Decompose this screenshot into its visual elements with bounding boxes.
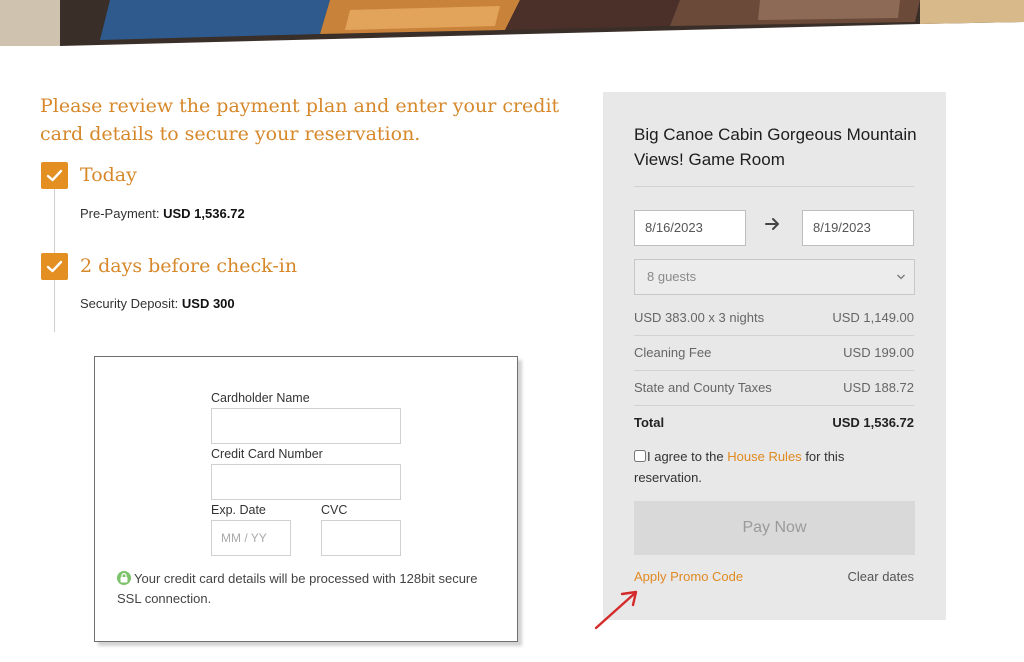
- exp-date-input[interactable]: [211, 520, 291, 556]
- payment-plan-intro: Please review the payment plan and enter…: [40, 95, 560, 145]
- check-in-date-input[interactable]: 8/16/2023: [634, 210, 746, 246]
- cardholder-name-input[interactable]: [211, 408, 401, 444]
- check-icon: [41, 253, 68, 280]
- price-amount: USD 1,149.00: [832, 310, 914, 325]
- house-rules-link[interactable]: House Rules: [727, 449, 801, 464]
- check-out-date-input[interactable]: 8/19/2023: [802, 210, 914, 246]
- deposit-value: USD 300: [181, 296, 235, 311]
- price-label: USD 383.00 x 3 nights: [634, 310, 765, 325]
- cvc-label: CVC: [321, 503, 348, 517]
- total-label: Total: [634, 415, 665, 430]
- ssl-note: Your credit card details will be process…: [117, 569, 497, 609]
- check-icon: [41, 162, 68, 189]
- house-rules-agreement: I agree to the House Rules for this rese…: [634, 446, 884, 488]
- step-detail-prepayment: Pre-Payment: USD 1,536.72: [80, 206, 245, 222]
- price-row-nights: USD 383.00 x 3 nights USD 1,149.00: [634, 300, 914, 335]
- credit-card-form: Cardholder Name Credit Card Number Exp. …: [94, 356, 518, 642]
- price-label: Cleaning Fee: [634, 345, 712, 360]
- prepayment-value: USD 1,536.72: [163, 206, 245, 221]
- deposit-label: Security Deposit:: [80, 296, 179, 311]
- clear-dates-link[interactable]: Clear dates: [848, 569, 914, 584]
- step-title-before-checkin: 2 days before check-in: [80, 255, 298, 277]
- pay-now-button[interactable]: Pay Now: [634, 501, 915, 555]
- price-amount: USD 188.72: [843, 380, 914, 395]
- step-detail-deposit: Security Deposit: USD 300: [80, 296, 235, 312]
- agree-checkbox[interactable]: [634, 450, 646, 462]
- prepayment-label: Pre-Payment:: [80, 206, 160, 221]
- divider: [634, 186, 914, 187]
- total-amount: USD 1,536.72: [832, 415, 914, 430]
- chevron-down-icon: [897, 274, 905, 280]
- booking-summary-panel: Big Canoe Cabin Gorgeous Mountain Views!…: [603, 92, 946, 620]
- step-title-today: Today: [80, 164, 137, 186]
- price-row-total: Total USD 1,536.72: [634, 405, 914, 440]
- card-number-input[interactable]: [211, 464, 401, 500]
- guests-select[interactable]: 8 guests: [634, 259, 915, 295]
- price-amount: USD 199.00: [843, 345, 914, 360]
- lock-icon: [117, 571, 131, 585]
- cardholder-label: Cardholder Name: [211, 391, 310, 405]
- card-number-label: Credit Card Number: [211, 447, 323, 461]
- property-title: Big Canoe Cabin Gorgeous Mountain Views!…: [634, 125, 917, 169]
- price-label: State and County Taxes: [634, 380, 772, 395]
- apply-promo-code-link[interactable]: Apply Promo Code: [634, 569, 743, 584]
- cvc-input[interactable]: [321, 520, 401, 556]
- annotation-arrow-icon: [594, 590, 638, 630]
- hero-banner-image: [0, 0, 1024, 48]
- price-row-taxes: State and County Taxes USD 188.72: [634, 370, 914, 405]
- exp-date-label: Exp. Date: [211, 503, 266, 517]
- price-row-cleaning: Cleaning Fee USD 199.00: [634, 335, 914, 370]
- ssl-note-text: Your credit card details will be process…: [117, 571, 478, 606]
- arrow-right-icon: [765, 218, 779, 230]
- guests-value: 8 guests: [647, 269, 697, 284]
- agree-prefix: I agree to the: [647, 449, 724, 464]
